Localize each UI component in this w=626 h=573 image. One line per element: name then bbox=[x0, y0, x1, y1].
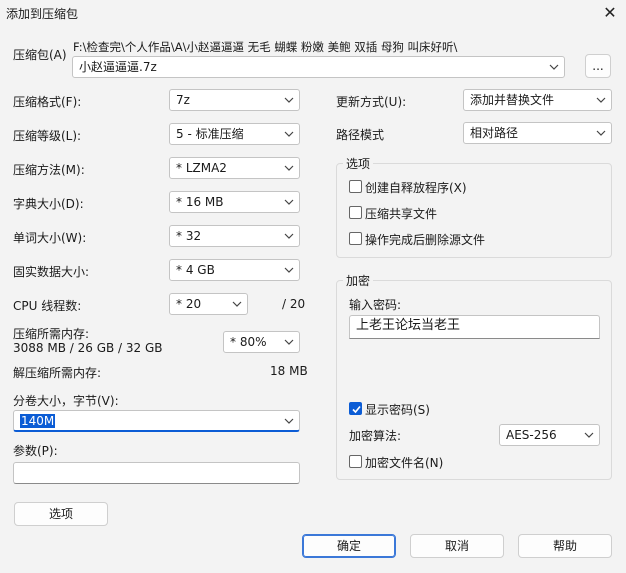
password-input[interactable]: 上老王论坛当老王 bbox=[349, 315, 600, 339]
level-value: 5 - 标准压缩 bbox=[176, 127, 244, 141]
sfx-label[interactable]: 创建自释放程序(X) bbox=[365, 179, 467, 196]
options-group-title: 选项 bbox=[343, 155, 374, 172]
archive-name-combo[interactable]: 小赵逼逼逼.7z bbox=[72, 56, 565, 78]
chevron-down-icon bbox=[283, 158, 295, 178]
method-label: 压缩方法(M): bbox=[13, 163, 85, 177]
solid-label: 固实数据大小: bbox=[13, 265, 90, 279]
memory-detail: 3088 MB / 26 GB / 32 GB bbox=[13, 341, 163, 355]
chevron-down-icon bbox=[548, 57, 560, 77]
ok-button[interactable]: 确定 bbox=[302, 534, 396, 558]
method-combo[interactable]: * LZMA2 bbox=[169, 157, 300, 179]
params-label: 参数(P): bbox=[13, 444, 58, 458]
dictionary-value: * 16 MB bbox=[176, 195, 224, 209]
threads-value: * 20 bbox=[176, 297, 202, 311]
chevron-down-icon bbox=[283, 90, 295, 110]
show-password-checkbox[interactable] bbox=[349, 402, 362, 415]
encryption-group-title: 加密 bbox=[343, 272, 374, 289]
path-mode-combo[interactable]: 相对路径 bbox=[463, 122, 612, 144]
threads-max: / 20 bbox=[282, 297, 306, 311]
window-title: 添加到压缩包 bbox=[6, 7, 79, 21]
path-mode-value: 相对路径 bbox=[470, 126, 519, 140]
title-bar bbox=[0, 0, 626, 26]
encryption-method-label: 加密算法: bbox=[349, 429, 402, 443]
memory-label: 压缩所需内存: bbox=[13, 327, 90, 341]
threads-label: CPU 线程数: bbox=[13, 299, 82, 313]
chevron-down-icon bbox=[283, 260, 295, 280]
encrypt-names-checkbox[interactable] bbox=[349, 455, 362, 468]
volumes-combo[interactable]: 140M bbox=[13, 410, 300, 432]
chevron-down-icon bbox=[283, 411, 295, 430]
format-label: 压缩格式(F): bbox=[13, 95, 82, 109]
dictionary-combo[interactable]: * 16 MB bbox=[169, 191, 300, 213]
encryption-method-value: AES-256 bbox=[506, 428, 557, 442]
level-combo[interactable]: 5 - 标准压缩 bbox=[169, 123, 300, 145]
chevron-down-icon bbox=[283, 332, 295, 352]
update-value: 添加并替换文件 bbox=[470, 93, 555, 107]
path-mode-label: 路径模式 bbox=[336, 128, 385, 142]
decompress-memory-value: 18 MB bbox=[270, 364, 308, 378]
memory-value: * 80% bbox=[230, 335, 267, 349]
decompress-memory-label: 解压缩所需内存: bbox=[13, 366, 102, 380]
volumes-value[interactable]: 140M bbox=[20, 414, 56, 428]
password-label: 输入密码: bbox=[349, 298, 402, 312]
options-button[interactable]: 选项 bbox=[14, 502, 108, 526]
word-label: 单词大小(W): bbox=[13, 231, 87, 245]
chevron-down-icon bbox=[583, 425, 595, 445]
word-combo[interactable]: * 32 bbox=[169, 225, 300, 247]
encrypt-names-label[interactable]: 加密文件名(N) bbox=[365, 454, 443, 471]
shared-files-label[interactable]: 压缩共享文件 bbox=[365, 205, 437, 222]
checkmark-icon bbox=[352, 405, 361, 414]
dictionary-label: 字典大小(D): bbox=[13, 197, 84, 211]
archive-name-value: 小赵逼逼逼.7z bbox=[79, 60, 157, 74]
format-combo[interactable]: 7z bbox=[169, 89, 300, 111]
update-label: 更新方式(U): bbox=[336, 95, 407, 109]
chevron-down-icon bbox=[595, 90, 607, 110]
solid-combo[interactable]: * 4 GB bbox=[169, 259, 300, 281]
encryption-method-combo[interactable]: AES-256 bbox=[499, 424, 600, 446]
help-button[interactable]: 帮助 bbox=[518, 534, 612, 558]
chevron-down-icon bbox=[595, 123, 607, 143]
memory-combo[interactable]: * 80% bbox=[223, 331, 300, 353]
delete-after-label[interactable]: 操作完成后删除源文件 bbox=[365, 231, 485, 248]
method-value: * LZMA2 bbox=[176, 161, 227, 175]
update-combo[interactable]: 添加并替换文件 bbox=[463, 89, 612, 111]
params-input[interactable] bbox=[13, 462, 300, 484]
level-label: 压缩等级(L): bbox=[13, 129, 82, 143]
word-value: * 32 bbox=[176, 229, 202, 243]
chevron-down-icon bbox=[283, 226, 295, 246]
chevron-down-icon bbox=[283, 192, 295, 212]
sfx-checkbox[interactable] bbox=[349, 180, 362, 193]
format-value: 7z bbox=[176, 93, 190, 107]
delete-after-checkbox[interactable] bbox=[349, 232, 362, 245]
archive-path: F:\检查完\个人作品\A\小赵逼逼逼 无毛 蝴蝶 粉嫩 美鲍 双插 母狗 叫床… bbox=[73, 40, 458, 54]
chevron-down-icon bbox=[283, 124, 295, 144]
chevron-down-icon bbox=[231, 294, 243, 314]
show-password-label[interactable]: 显示密码(S) bbox=[365, 401, 430, 418]
volumes-label: 分卷大小，字节(V): bbox=[13, 394, 119, 408]
archive-label: 压缩包(A) bbox=[13, 48, 67, 62]
solid-value: * 4 GB bbox=[176, 263, 215, 277]
shared-files-checkbox[interactable] bbox=[349, 206, 362, 219]
browse-button[interactable]: ... bbox=[585, 54, 611, 78]
close-icon[interactable]: ✕ bbox=[600, 3, 620, 23]
cancel-button[interactable]: 取消 bbox=[410, 534, 504, 558]
threads-combo[interactable]: * 20 bbox=[169, 293, 248, 315]
